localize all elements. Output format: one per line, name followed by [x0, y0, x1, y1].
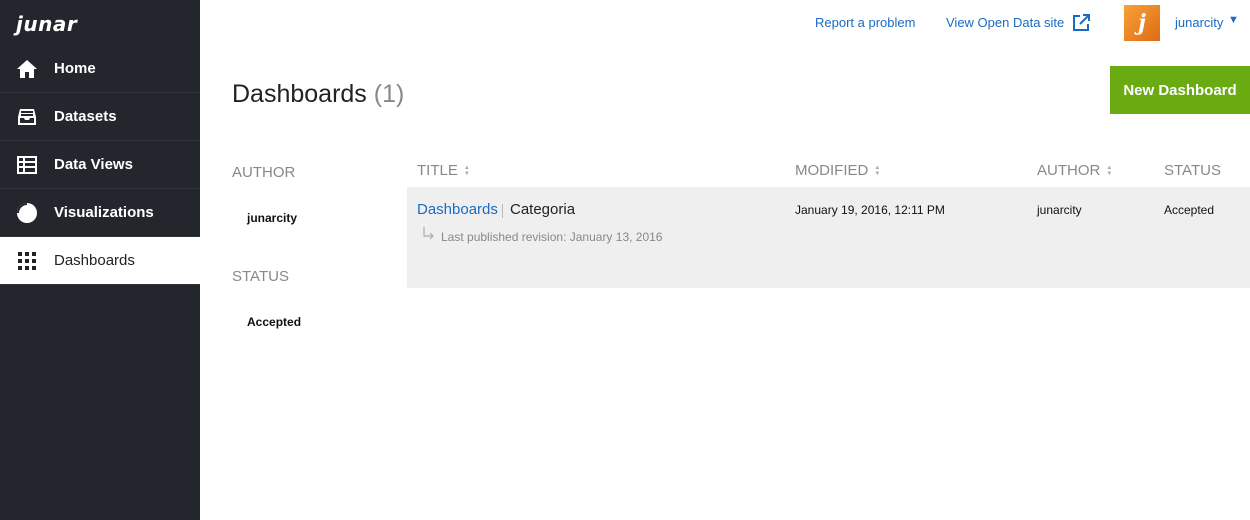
sidebar-item-label: Home	[54, 60, 96, 77]
column-header-status: STATUS	[1164, 162, 1221, 179]
corner-down-right-icon	[422, 227, 434, 241]
table-icon	[16, 154, 38, 176]
grid-icon	[16, 250, 38, 272]
column-header-author[interactable]: AUTHOR ▲ ▼	[1037, 162, 1112, 179]
sidebar: junar Home Datasets Data Views Visualiza…	[0, 0, 200, 520]
pie-chart-icon	[16, 202, 38, 224]
sidebar-item-data-views[interactable]: Data Views	[0, 141, 200, 189]
home-icon	[16, 58, 38, 80]
report-problem-link[interactable]: Report a problem	[815, 15, 915, 30]
sidebar-item-home[interactable]: Home	[0, 45, 200, 93]
author-cell: junarcity	[1037, 203, 1082, 217]
sort-icon: ▲ ▼	[874, 164, 881, 177]
last-published-revision: Last published revision: January 13, 201…	[441, 230, 663, 244]
sidebar-item-label: Datasets	[54, 108, 117, 125]
sidebar-item-label: Data Views	[54, 156, 133, 173]
avatar[interactable]: j	[1124, 5, 1160, 41]
column-header-label: STATUS	[1164, 162, 1221, 179]
sidebar-item-datasets[interactable]: Datasets	[0, 93, 200, 141]
sort-icon: ▲ ▼	[1106, 164, 1113, 177]
chevron-down-icon[interactable]: ▼	[1228, 14, 1239, 26]
sidebar-item-dashboards[interactable]: Dashboards	[0, 237, 200, 285]
filter-status-value[interactable]: Accepted	[247, 315, 301, 329]
user-menu-name[interactable]: junarcity	[1175, 15, 1223, 30]
page-title: Dashboards (1)	[232, 80, 404, 109]
new-dashboard-button[interactable]: New Dashboard	[1110, 66, 1250, 114]
filter-author-heading: AUTHOR	[232, 164, 296, 181]
inbox-icon	[16, 106, 38, 128]
page-title-count: (1)	[373, 80, 405, 108]
column-header-title[interactable]: TITLE ▲ ▼	[417, 162, 470, 179]
sidebar-nav: Home Datasets Data Views Visualizations	[0, 45, 200, 285]
column-header-label: AUTHOR	[1037, 162, 1101, 179]
modified-cell: January 19, 2016, 12:11 PM	[795, 203, 945, 217]
sort-icon: ▲ ▼	[463, 164, 470, 177]
dashboard-title-link[interactable]: Dashboards	[417, 201, 498, 218]
filter-author-value[interactable]: junarcity	[247, 211, 297, 225]
column-header-label: MODIFIED	[795, 162, 869, 179]
page-title-text: Dashboards	[232, 80, 367, 108]
column-header-modified[interactable]: MODIFIED ▲ ▼	[795, 162, 880, 179]
junar-logo[interactable]: junar	[16, 4, 77, 44]
column-header-label: TITLE	[417, 162, 458, 179]
view-open-data-link[interactable]: View Open Data site	[946, 15, 1064, 30]
title-separator	[502, 204, 503, 218]
sidebar-item-label: Dashboards	[54, 252, 135, 269]
status-cell: Accepted	[1164, 203, 1215, 217]
sidebar-item-label: Visualizations	[54, 204, 154, 221]
external-link-icon[interactable]	[1072, 14, 1090, 32]
filter-status-heading: STATUS	[232, 268, 289, 285]
dashboard-category: Categoria	[510, 201, 576, 218]
logo-text: junar	[16, 12, 78, 36]
avatar-logo-icon: j	[1138, 10, 1146, 36]
sidebar-item-visualizations[interactable]: Visualizations	[0, 189, 200, 237]
